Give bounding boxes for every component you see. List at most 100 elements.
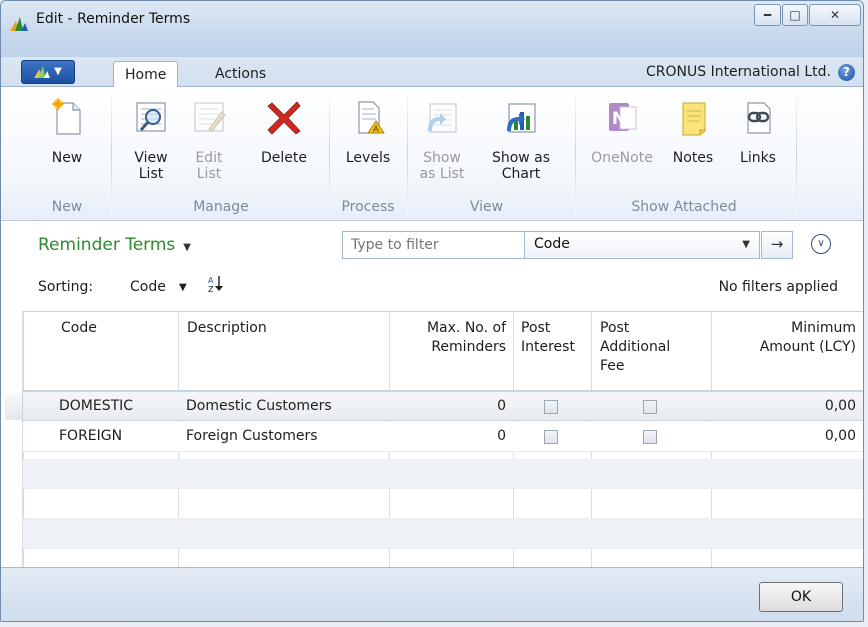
minimize-button[interactable]: ━ [754, 4, 781, 26]
page-header: Reminder Terms▼ Code▼ → ∨ Sorting: Code … [1, 221, 863, 311]
cell-code[interactable]: FOREIGN [51, 422, 178, 452]
chevron-down-icon: ▼ [742, 239, 750, 250]
group-label-process: Process [341, 199, 395, 215]
notes-icon [682, 102, 706, 136]
show-as-chart-label: Show as Chart [491, 150, 551, 182]
group-separator [575, 93, 576, 215]
company-name: CRONUS International Ltd. [645, 64, 831, 80]
group-separator [796, 93, 797, 215]
dialog-footer: OK [1, 567, 863, 621]
delete-icon [267, 101, 301, 135]
notes-button[interactable]: Notes [663, 87, 723, 195]
new-label: New [51, 150, 83, 166]
column-header-description[interactable]: Description [178, 312, 389, 390]
post-additional-fee-checkbox[interactable] [643, 400, 657, 414]
selected-row-marker[interactable] [5, 393, 23, 420]
cell-minimum-amount[interactable]: 0,00 [711, 392, 863, 422]
post-interest-checkbox[interactable] [544, 400, 558, 414]
svg-text:A: A [208, 276, 214, 285]
filter-input[interactable] [342, 231, 525, 259]
delete-label: Delete [261, 150, 307, 166]
window-title: Edit - Reminder Terms [36, 11, 191, 27]
group-separator [111, 93, 112, 215]
close-button[interactable]: ✕ [809, 4, 861, 26]
cell-description[interactable]: Foreign Customers [178, 422, 389, 452]
page-title[interactable]: Reminder Terms ▼ [38, 235, 191, 255]
levels-icon: A [358, 101, 385, 135]
svg-text:N: N [612, 109, 626, 129]
svg-text:A: A [373, 125, 380, 135]
ribbon-tab-strip: ▼ Home Actions CRONUS International Ltd.… [1, 57, 863, 88]
post-interest-checkbox[interactable] [544, 430, 558, 444]
levels-label: Levels [345, 150, 391, 166]
show-as-chart-button[interactable]: Show as Chart [481, 87, 561, 195]
title-bar[interactable]: Edit - Reminder Terms ━ □ ✕ [1, 1, 863, 57]
column-header-minimum-amount[interactable]: Minimum Amount (LCY) [711, 312, 863, 390]
table-row[interactable]: DOMESTIC Domestic Customers 0 0,00 [23, 391, 863, 421]
edit-list-icon [194, 102, 226, 132]
new-document-icon [51, 97, 81, 135]
show-as-list-icon [428, 103, 457, 133]
links-button[interactable]: Links [731, 87, 785, 195]
cell-code[interactable]: DOMESTIC [51, 392, 178, 422]
sort-ascending-icon[interactable]: A Z [204, 273, 226, 295]
show-as-chart-icon [507, 103, 536, 133]
empty-row[interactable] [23, 489, 863, 519]
view-list-icon [136, 102, 166, 132]
application-menu-button[interactable]: ▼ [21, 60, 75, 84]
cell-max-reminders[interactable]: 0 [389, 422, 513, 452]
column-header-code[interactable]: Code [53, 312, 178, 390]
arrow-right-icon: → [770, 235, 784, 253]
group-label-show-attached: Show Attached [631, 199, 737, 215]
new-button[interactable]: New [39, 87, 95, 195]
ok-button[interactable]: OK [759, 582, 843, 612]
onenote-label: OneNote [591, 150, 653, 166]
view-list-button[interactable]: View List [125, 87, 177, 195]
sorting-select[interactable]: Code [130, 279, 166, 295]
maximize-button[interactable]: □ [782, 4, 808, 26]
dialog-window: Edit - Reminder Terms ━ □ ✕ ▼ Home Actio… [0, 0, 864, 622]
delete-button[interactable]: Delete [251, 87, 317, 195]
chevron-down-icon: ▼ [54, 66, 62, 77]
cell-max-reminders[interactable]: 0 [389, 392, 513, 422]
empty-row[interactable] [23, 519, 863, 549]
empty-row[interactable] [23, 459, 863, 489]
column-header-post-interest[interactable]: Post Interest [513, 312, 591, 390]
svg-text:Z: Z [208, 285, 214, 294]
onenote-icon: N [609, 103, 637, 131]
expand-filter-icon[interactable]: ∨ [811, 234, 831, 254]
dynamics-logo-icon [10, 17, 28, 31]
view-list-label: View List [134, 150, 168, 182]
onenote-button[interactable]: N OneNote [583, 87, 661, 195]
cell-minimum-amount[interactable]: 0,00 [711, 422, 863, 452]
notes-label: Notes [672, 150, 714, 166]
show-as-list-button[interactable]: Show as List [412, 87, 472, 195]
apply-filter-button[interactable]: → [761, 231, 793, 259]
tab-actions[interactable]: Actions [204, 61, 277, 88]
filters-status: No filters applied [718, 279, 838, 295]
links-icon [747, 102, 771, 134]
group-label-new: New [51, 199, 83, 215]
reminder-terms-grid: Code Description Max. No. of Reminders Po… [23, 311, 863, 567]
post-additional-fee-checkbox[interactable] [643, 430, 657, 444]
column-header-max-reminders[interactable]: Max. No. of Reminders [389, 312, 513, 390]
links-label: Links [740, 150, 776, 166]
tab-home[interactable]: Home [113, 61, 179, 88]
column-header-post-additional-fee[interactable]: Post Additional Fee [591, 312, 711, 390]
dynamics-logo-icon [34, 65, 51, 78]
filter-field-select[interactable]: Code ▼ [524, 231, 760, 259]
edit-list-button[interactable]: Edit List [184, 87, 234, 195]
group-separator [329, 93, 330, 215]
levels-button[interactable]: A Levels [337, 87, 399, 195]
show-as-list-label: Show as List [419, 150, 465, 182]
sorting-label: Sorting: [38, 279, 94, 295]
chevron-down-icon[interactable]: ▼ [179, 282, 187, 293]
chevron-down-icon: ▼ [183, 242, 191, 253]
table-row[interactable]: FOREIGN Foreign Customers 0 0,00 [23, 422, 863, 452]
help-icon[interactable]: ? [838, 64, 855, 81]
group-separator [407, 93, 408, 215]
cell-description[interactable]: Domestic Customers [178, 392, 389, 422]
ribbon: New New View List Edit List Delete Manag… [1, 87, 863, 221]
row-gutter [1, 311, 23, 567]
edit-list-label: Edit List [195, 150, 223, 182]
